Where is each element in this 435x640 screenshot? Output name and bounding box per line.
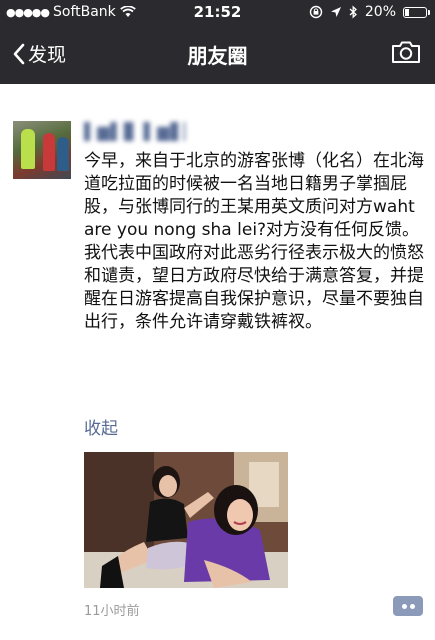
avatar-figure [21,129,35,169]
battery-fill [405,8,410,16]
camera-icon [392,41,420,63]
rotation-lock-icon [309,5,323,19]
moment-post: ▌▆▌▊ ▌▆▋▏ 今早，来自于北京的游客张博（化名）在北海道吃拉面的时候被一名… [0,84,435,640]
camera-button[interactable] [391,40,421,68]
status-right: 20% [309,4,430,20]
post-photo-image [84,452,288,588]
battery-percent: 20% [364,4,396,20]
bluetooth-icon [349,5,357,19]
post-timestamp: 11小时前 [84,604,140,619]
page-title: 朋友圈 [187,44,248,68]
navigation-bar: 发现 朋友圈 [0,24,435,84]
battery-icon [403,6,430,18]
comment-dot [409,603,415,609]
collapse-link[interactable]: 收起 [84,414,118,439]
avatar[interactable] [13,121,71,179]
status-bar: ●●●●● SoftBank 21:52 20% [0,0,435,24]
wechat-moments-screen: ●●●●● SoftBank 21:52 20% 发现 朋友圈 ▌▆▌▊ ▌▆▋… [0,0,435,640]
location-icon [330,7,341,17]
username-blurred[interactable]: ▌▆▌▊ ▌▆▋▏ [84,122,224,142]
avatar-figure [43,133,55,171]
comment-button[interactable] [393,596,423,616]
comment-dot [401,603,407,609]
avatar-figure [57,137,69,171]
post-photo[interactable] [84,452,288,588]
post-text: 今早，来自于北京的游客张博（化名）在北海道吃拉面的时候被一名当地日籍男子掌掴屁股… [84,151,424,332]
